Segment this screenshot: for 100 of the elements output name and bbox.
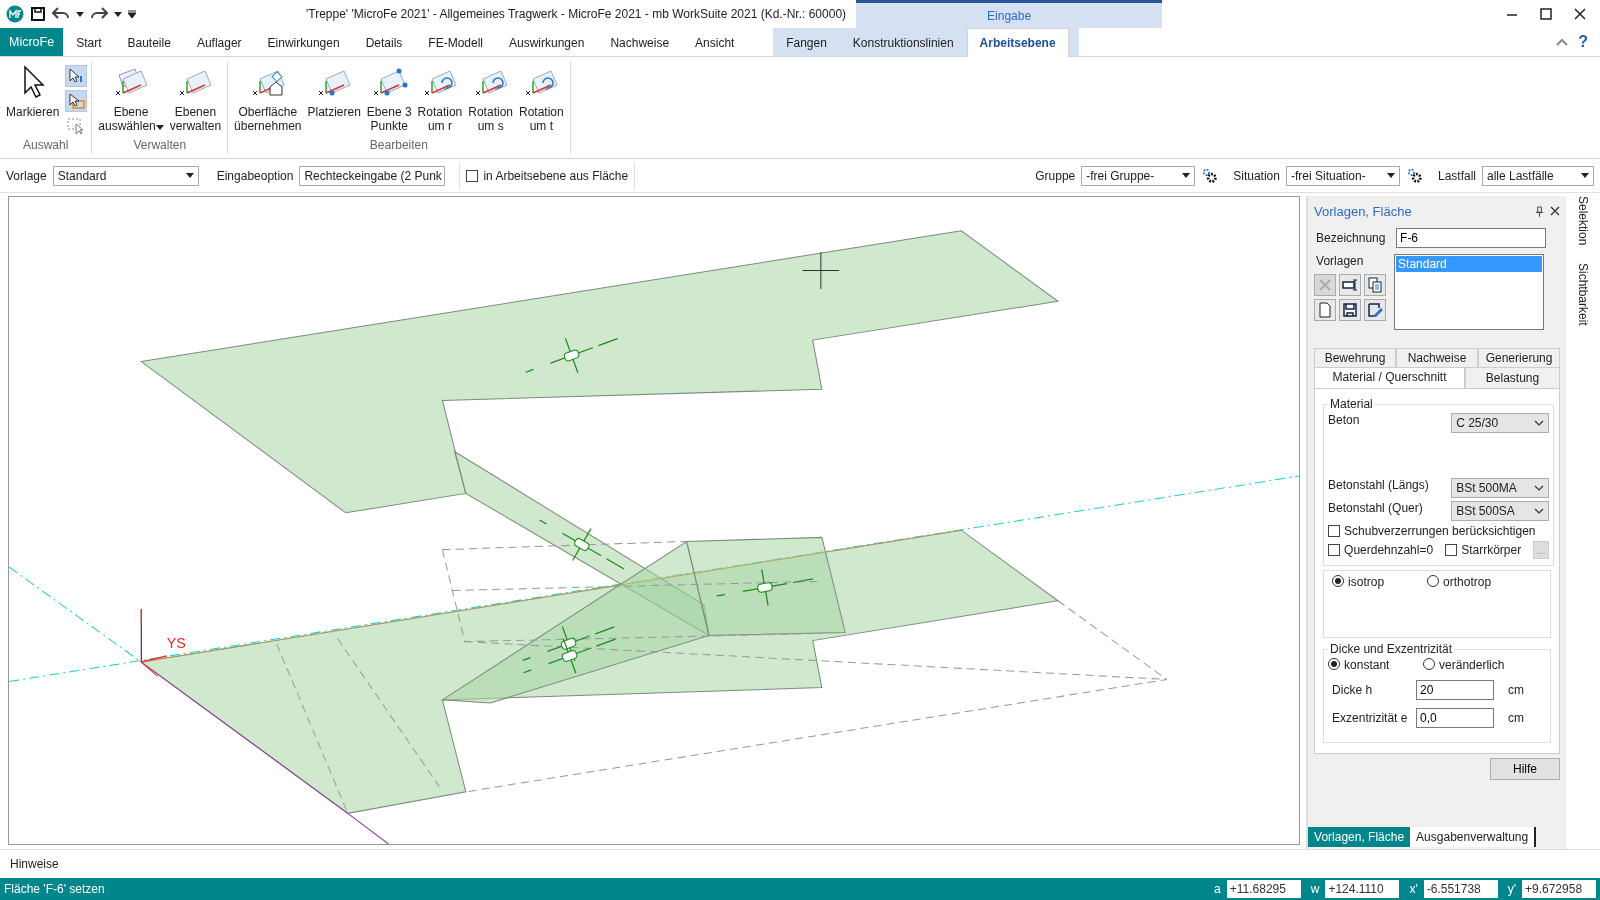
unit-label: cm: [1508, 711, 1525, 725]
pin-icon[interactable]: [1535, 205, 1545, 217]
window-title: 'Treppe' 'MicroFe 2021' - Allgemeines Tragwerk - MicroFe 2021 - mb WorkSuite 2021 (Kd.-Nr.: 60000): [306, 6, 848, 23]
ribbon-button[interactable]: Oberfläche übernehmen: [232, 63, 304, 138]
help-button[interactable]: ?: [1578, 33, 1588, 51]
radio-label: isotrop: [1348, 575, 1385, 589]
tool-button[interactable]: [1339, 274, 1362, 296]
gears-icon[interactable]: [1201, 166, 1220, 185]
close-button[interactable]: [1574, 8, 1586, 20]
hints-label: Hinweise: [10, 857, 59, 871]
dropdown[interactable]: Standard: [52, 165, 199, 186]
selection-tool-button[interactable]: [65, 90, 88, 112]
tool-button[interactable]: [1364, 299, 1387, 321]
dropdown[interactable]: BSt 500MA: [1451, 478, 1550, 498]
checkbox[interactable]: [466, 169, 479, 182]
ribbon-button[interactable]: Rotation um t: [517, 63, 566, 138]
ribbon-tab[interactable]: Details: [352, 28, 416, 56]
checkbox[interactable]: [1328, 525, 1341, 537]
ribbon-tab[interactable]: Nachweise: [597, 28, 683, 56]
ribbon-tab[interactable]: Konstruktionslinien: [839, 28, 967, 56]
caret-icon: [185, 173, 194, 178]
ribbon-button[interactable]: Ebene auswählen: [96, 63, 166, 138]
radio-button[interactable]: [1328, 658, 1341, 670]
dropdown[interactable]: -frei Situation-: [1285, 165, 1400, 186]
field-label: Betonstahl (Längs): [1328, 478, 1429, 492]
text-field[interactable]: F-6: [1396, 228, 1547, 248]
panel-tab[interactable]: Bewehrung: [1314, 348, 1397, 367]
ribbon-tab[interactable]: Auflager: [183, 28, 255, 56]
tool-button[interactable]: [1339, 299, 1362, 321]
ribbon-tab[interactable]: Bauteile: [114, 28, 184, 56]
ribbon-button[interactable]: Platzieren: [305, 63, 363, 138]
panel-tab[interactable]: Generierung: [1478, 348, 1561, 367]
number-field[interactable]: 0,0: [1416, 708, 1495, 728]
maximize-button[interactable]: [1540, 8, 1552, 20]
side-tab[interactable]: Selektion: [1576, 196, 1590, 246]
group-label: Bearbeiten: [368, 138, 429, 154]
radio-button[interactable]: [1332, 575, 1345, 587]
redo-icon[interactable]: [90, 7, 108, 21]
dropdown[interactable]: -frei Gruppe-: [1081, 165, 1196, 186]
ribbon-button[interactable]: Ebene 3 Punkte: [364, 63, 414, 138]
app-menu-button[interactable]: MicroFe: [0, 28, 64, 56]
side-tab[interactable]: Sichtbarkeit: [1576, 263, 1590, 327]
ribbon-button[interactable]: Rotation um r: [415, 63, 465, 138]
field-label: Beton: [1328, 413, 1360, 427]
unit-label: cm: [1508, 683, 1525, 697]
customize-icon[interactable]: [128, 10, 136, 18]
selection-tool-button[interactable]: [65, 65, 88, 87]
caret-icon: [155, 125, 164, 130]
ribbon-button[interactable]: Markieren: [4, 63, 62, 138]
help-button[interactable]: Hilfe: [1490, 758, 1561, 780]
ribbon-tab[interactable]: Arbeitsebene: [966, 28, 1069, 57]
gears-icon[interactable]: [1405, 166, 1424, 185]
ribbon-tab[interactable]: Ansicht: [682, 28, 748, 56]
ribbon-button[interactable]: Rotation um s: [466, 63, 515, 138]
dropdown[interactable]: C 25/30: [1451, 413, 1550, 433]
field-label: Vorlagen: [1315, 254, 1365, 268]
close-icon: [1574, 8, 1586, 20]
pointer-rect-icon: [67, 92, 86, 110]
checkbox-label: Querdehnzahl=0: [1344, 543, 1434, 557]
radio-button[interactable]: [1423, 658, 1436, 670]
coordinate-label: w: [1310, 882, 1320, 896]
panel-tab[interactable]: Belastung: [1464, 367, 1561, 388]
caret-icon: [1182, 173, 1191, 178]
group-label: Verwalten: [132, 138, 188, 154]
ribbon-button[interactable]: Ebenen verwalten: [167, 63, 224, 138]
panel-tab[interactable]: Nachweise: [1396, 348, 1479, 367]
radio-button[interactable]: [1427, 575, 1440, 587]
app-logo-icon: [6, 5, 24, 23]
coordinate-label: a: [1214, 882, 1221, 896]
checkbox-label: Starrkörper: [1461, 543, 1522, 557]
checkbox[interactable]: [1445, 544, 1458, 556]
save-icon[interactable]: [30, 6, 46, 22]
panel-tab[interactable]: Material / Querschnitt: [1314, 367, 1465, 388]
close-icon[interactable]: [1550, 205, 1561, 216]
number-field[interactable]: 20: [1416, 680, 1495, 700]
crosshair-cursor: [802, 251, 840, 290]
checkbox[interactable]: [1328, 544, 1341, 556]
coordinate-field: -6.551738: [1423, 880, 1498, 898]
ribbon-tab[interactable]: Einwirkungen: [254, 28, 353, 56]
panel-tab[interactable]: Vorlagen, Fläche: [1308, 827, 1411, 847]
panel-tab[interactable]: Ausgabenverwaltung: [1410, 827, 1537, 847]
dropdown[interactable]: Rechteckeingabe (2 Punk: [299, 165, 446, 186]
field-label: Exzentrizität e: [1332, 711, 1409, 725]
dropdown[interactable]: alle Lastfälle: [1482, 165, 1594, 186]
panel-title: Vorlagen, Fläche: [1314, 203, 1412, 219]
ribbon-tab[interactable]: Auswirkungen: [496, 28, 598, 56]
field-label: Dicke h: [1332, 683, 1374, 697]
axis-label: YS: [166, 634, 186, 651]
ribbon-tab[interactable]: Start: [63, 28, 115, 56]
slab-marker-icon: [716, 568, 814, 607]
undo-icon[interactable]: [52, 7, 70, 21]
collapse-icon[interactable]: [1556, 38, 1569, 46]
dropdown[interactable]: BSt 500SA: [1451, 501, 1550, 521]
ribbon-tab[interactable]: Fangen: [773, 28, 840, 56]
field-label: Betonstahl (Quer): [1328, 501, 1423, 515]
ribbon-tab[interactable]: FE-Modell: [415, 28, 496, 56]
slab-marker-icon: [523, 638, 617, 674]
caret-icon: [1581, 173, 1589, 178]
tool-button[interactable]: [1364, 274, 1387, 296]
radio-label: konstant: [1344, 658, 1390, 672]
